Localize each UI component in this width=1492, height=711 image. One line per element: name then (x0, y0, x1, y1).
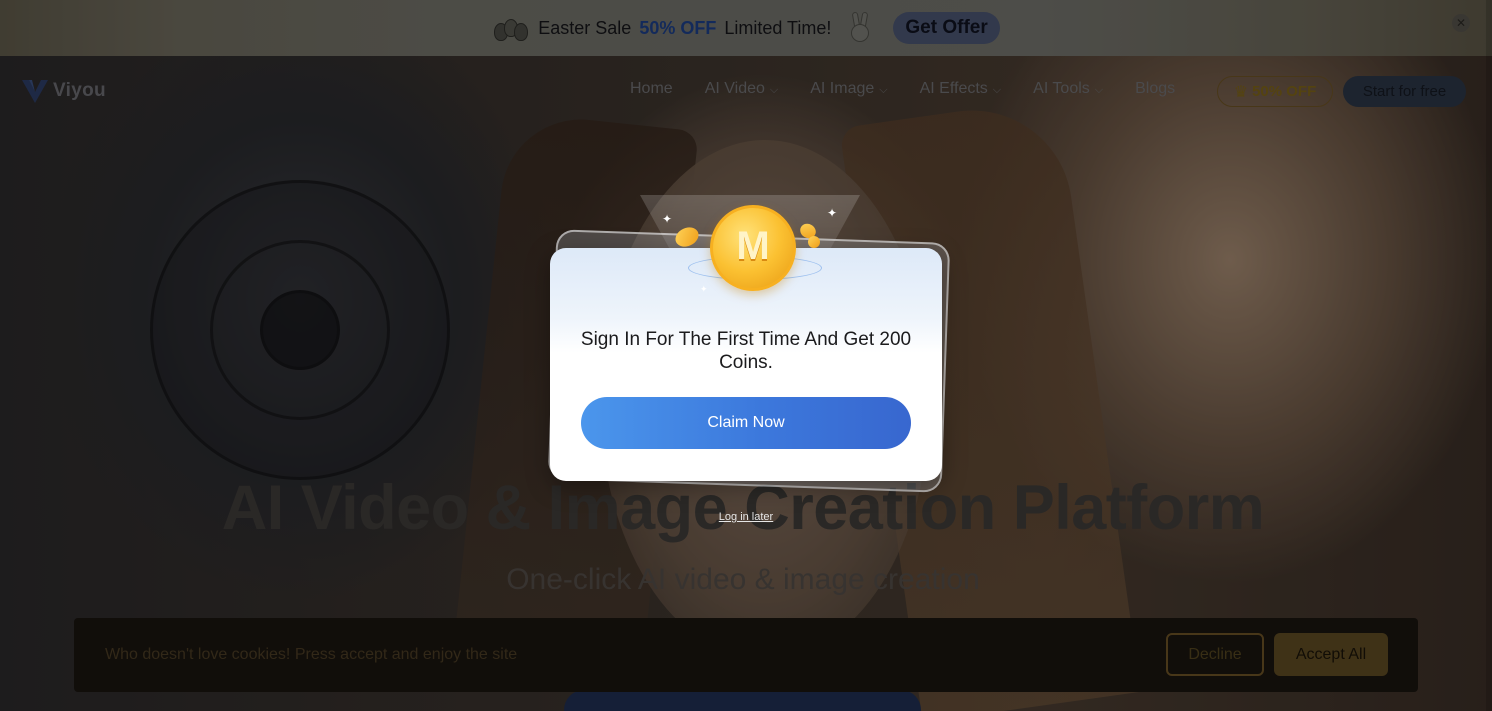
sparkle-icon: ✦ (662, 212, 673, 226)
coin-icon: M (710, 205, 796, 291)
sparkle-icon: ✦ (827, 206, 838, 220)
login-later-row: Log in later (0, 511, 1492, 523)
sparkle-icon: ✦ (700, 284, 708, 294)
modal-title: Sign In For The First Time And Get 200 C… (580, 329, 912, 373)
claim-now-button[interactable]: Claim Now (581, 397, 911, 449)
coin-illustration: M ✦ ✦ ✦ (660, 200, 840, 305)
mini-coin-icon (672, 223, 702, 251)
log-in-later-link[interactable]: Log in later (719, 511, 773, 523)
coin-letter: M (736, 224, 770, 268)
mini-coin-icon (808, 236, 820, 248)
scrollbar[interactable] (1486, 0, 1492, 711)
